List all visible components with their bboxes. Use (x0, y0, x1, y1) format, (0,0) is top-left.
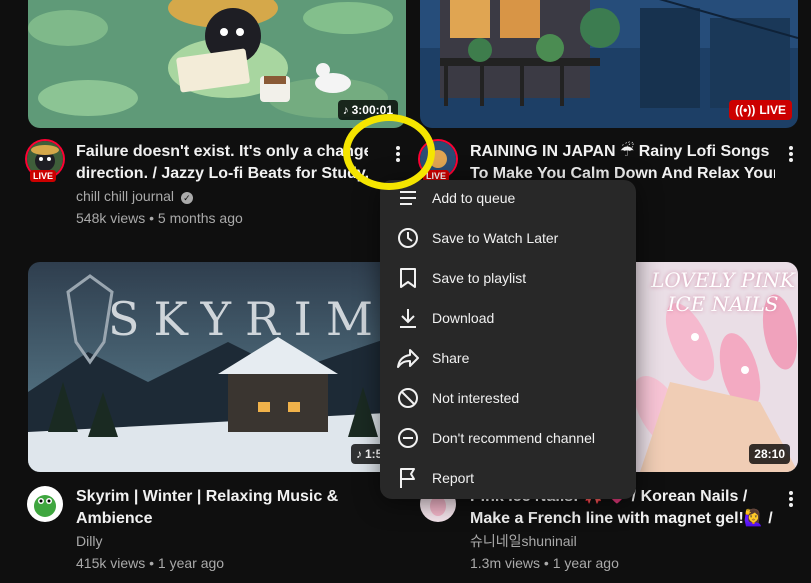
queue-icon (396, 186, 420, 210)
video-actions-menu: Add to queue Save to Watch Later Save to… (380, 180, 636, 499)
video-title[interactable]: Failure doesn't exist. It's only a chang… (76, 141, 368, 185)
verified-icon: ✓ (180, 192, 193, 204)
menu-item-download[interactable]: Download (380, 298, 636, 338)
menu-item-share[interactable]: Share (380, 338, 636, 378)
more-actions-button[interactable] (779, 487, 803, 511)
video-title[interactable]: Skyrim | Winter | Relaxing Music & Ambie… (76, 486, 368, 530)
menu-item-save-to-playlist[interactable]: Save to playlist (380, 258, 636, 298)
menu-item-report[interactable]: Report (380, 458, 636, 498)
video-thumbnail[interactable]: ((•)) LIVE (420, 0, 798, 128)
bookmark-icon (396, 266, 420, 290)
live-signal-icon: ((•)) (735, 103, 756, 117)
channel-avatar[interactable] (27, 486, 63, 522)
live-tag: LIVE (30, 170, 57, 182)
download-icon (396, 306, 420, 330)
channel-avatar[interactable]: LIVE (27, 141, 63, 182)
video-stats: 415k views • 1 year ago (76, 555, 225, 571)
music-note-icon: ♪ (355, 447, 362, 461)
block-icon (396, 386, 420, 410)
video-thumbnail[interactable]: SKYRIM ♪ 1:55: (28, 262, 406, 472)
thumbnail-title-text: SKYRIM (108, 292, 387, 346)
menu-item-dont-recommend-channel[interactable]: Don't recommend channel (380, 418, 636, 458)
kebab-icon (789, 491, 793, 507)
share-icon (396, 346, 420, 370)
video-stats: 1.3m views • 1 year ago (470, 555, 619, 571)
minus-circle-icon (396, 426, 420, 450)
live-badge: ((•)) LIVE (729, 100, 792, 120)
duration-badge: 28:10 (749, 444, 790, 464)
video-stats: 548k views • 5 months ago (76, 210, 243, 226)
menu-item-watch-later[interactable]: Save to Watch Later (380, 218, 636, 258)
clock-icon (396, 226, 420, 250)
channel-name[interactable]: chill chill journal ✓ (76, 186, 193, 206)
music-note-icon: ♪ (342, 103, 349, 117)
more-actions-button[interactable] (779, 142, 803, 166)
channel-name[interactable]: Dilly (76, 531, 102, 551)
channel-name[interactable]: 슈니네일shuninail (470, 531, 577, 551)
flag-icon (396, 466, 420, 490)
thumbnail-title-text: LOVELY PINK ICE NAILS (651, 268, 795, 316)
highlight-circle-annotation (343, 114, 435, 190)
menu-item-not-interested[interactable]: Not interested (380, 378, 636, 418)
video-thumbnail[interactable]: ♪ 3:00:01 (28, 0, 406, 128)
kebab-icon (789, 146, 793, 162)
menu-item-add-to-queue[interactable]: Add to queue (380, 178, 636, 218)
